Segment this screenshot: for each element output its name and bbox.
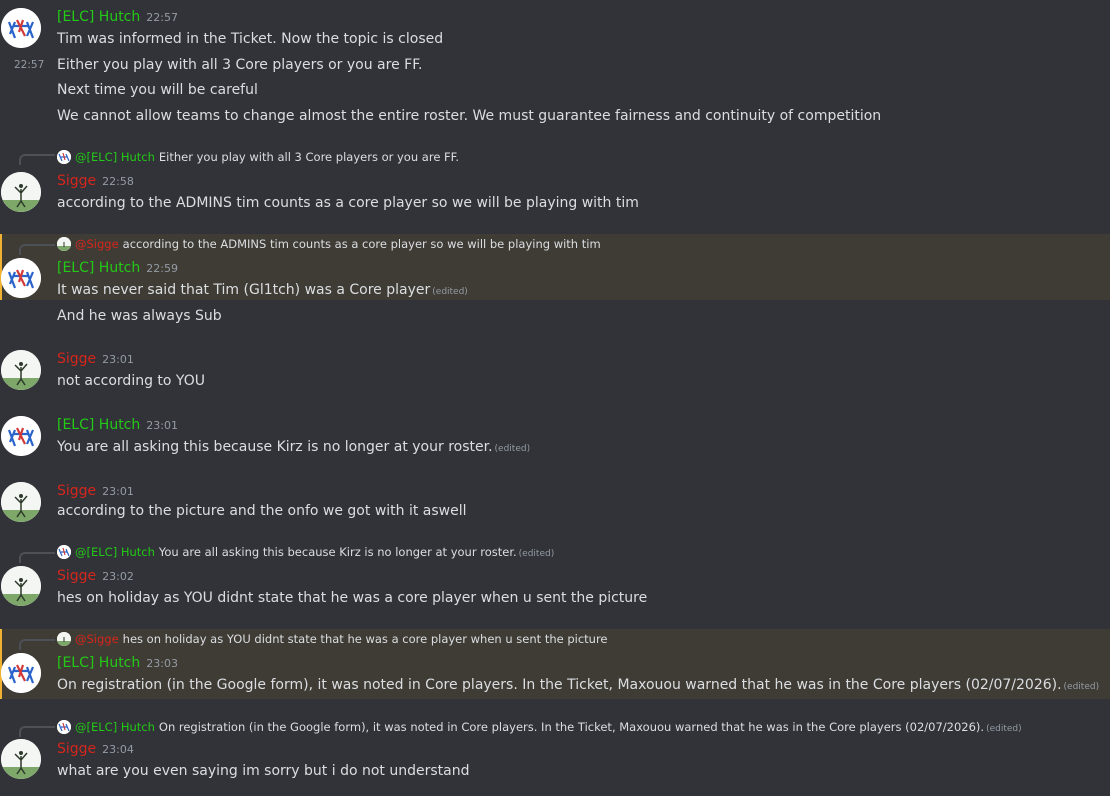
message-text: according to the ADMINS tim counts as a … bbox=[57, 195, 639, 211]
reply-text: You are all asking this because Kirz is … bbox=[158, 545, 517, 559]
message-text: what are you even saying im sorry but i … bbox=[57, 763, 470, 779]
message-group: Sigge 23:01 according to the picture and … bbox=[0, 478, 1110, 528]
reply-text: On registration (in the Google form), it… bbox=[158, 720, 985, 734]
message-text: according to the picture and the onfo we… bbox=[57, 503, 467, 519]
person-field-icon bbox=[1, 566, 41, 606]
author-name[interactable]: Sigge bbox=[57, 483, 96, 499]
timestamp: 23:02 bbox=[102, 570, 134, 583]
author-name[interactable]: Sigge bbox=[57, 741, 96, 757]
person-field-icon bbox=[1, 482, 41, 522]
person-field-icon bbox=[1, 172, 41, 212]
reply-preview[interactable]: @[ELC] Hutch Either you play with all 3 C… bbox=[57, 150, 459, 164]
message-text: Next time you will be careful bbox=[57, 82, 258, 98]
reply-preview[interactable]: @[ELC] Hutch You are all asking this beca… bbox=[57, 545, 554, 559]
avatar[interactable] bbox=[1, 653, 41, 693]
elc-logo-icon bbox=[1, 653, 41, 693]
message-text: We cannot allow teams to change almost t… bbox=[57, 108, 882, 124]
message-text: You are all asking this because Kirz is … bbox=[57, 439, 530, 455]
reply-author[interactable]: @[ELC] Hutch bbox=[75, 150, 155, 164]
message-text-content: It was never said that Tim (Gl1tch) was … bbox=[57, 282, 431, 298]
reply-spine bbox=[19, 244, 55, 255]
timestamp: 22:57 bbox=[146, 11, 178, 24]
edited-tag: (edited) bbox=[1063, 682, 1100, 692]
edited-tag: (edited) bbox=[986, 724, 1022, 734]
message-group: [ELC] Hutch 23:01 You are all asking this… bbox=[0, 412, 1110, 462]
reply-author[interactable]: @Sigge bbox=[75, 632, 119, 646]
message-text-content: You are all asking this because Kirz is … bbox=[57, 439, 493, 455]
elc-logo-icon bbox=[1, 258, 41, 298]
author-name[interactable]: Sigge bbox=[57, 351, 96, 367]
message-text: not according to YOU bbox=[57, 373, 205, 389]
author-name[interactable]: Sigge bbox=[57, 568, 96, 584]
edited-tag: (edited) bbox=[518, 549, 555, 559]
message-text: On registration (in the Google form), it… bbox=[57, 677, 1099, 693]
timestamp: 23:01 bbox=[146, 419, 178, 432]
author-name[interactable]: [ELC] Hutch bbox=[57, 417, 140, 433]
timestamp: 22:58 bbox=[102, 175, 134, 188]
author-name[interactable]: Sigge bbox=[57, 173, 96, 189]
avatar[interactable] bbox=[1, 172, 41, 212]
reply-text: Either you play with all 3 Core players … bbox=[158, 150, 460, 164]
message-group: @[ELC] Hutch On registration (in the Goog… bbox=[0, 717, 1110, 796]
message-group-mention: @Sigge according to the ADMINS tim counts… bbox=[0, 234, 1110, 300]
reply-author[interactable]: @[ELC] Hutch bbox=[75, 720, 155, 734]
avatar[interactable] bbox=[1, 350, 41, 390]
person-field-icon bbox=[57, 632, 71, 646]
author-name[interactable]: [ELC] Hutch bbox=[57, 260, 140, 276]
reply-text: hes on holiday as YOU didnt state that h… bbox=[122, 632, 608, 646]
elc-logo-icon bbox=[1, 8, 41, 48]
avatar[interactable] bbox=[1, 482, 41, 522]
hover-timestamp: 22:57 bbox=[14, 59, 45, 71]
message-text: Tim was informed in the Ticket. Now the … bbox=[57, 31, 444, 47]
message-text: hes on holiday as YOU didnt state that h… bbox=[57, 590, 648, 606]
person-field-icon bbox=[57, 237, 71, 251]
message-text: Either you play with all 3 Core players … bbox=[57, 57, 423, 73]
person-field-icon bbox=[1, 739, 41, 779]
reply-text: according to the ADMINS tim counts as a … bbox=[122, 237, 601, 251]
elc-logo-icon bbox=[1, 416, 41, 456]
timestamp: 23:01 bbox=[102, 353, 134, 366]
message-text: And he was always Sub bbox=[57, 308, 222, 324]
person-field-icon bbox=[1, 350, 41, 390]
elc-logo-icon bbox=[57, 150, 71, 164]
reply-spine bbox=[19, 726, 55, 737]
author-name[interactable]: [ELC] Hutch bbox=[57, 655, 140, 671]
timestamp: 23:03 bbox=[146, 657, 178, 670]
elc-logo-icon bbox=[57, 545, 71, 559]
message-group: Sigge 23:01 not according to YOU bbox=[0, 346, 1110, 396]
avatar[interactable] bbox=[1, 8, 41, 48]
reply-spine bbox=[19, 552, 55, 563]
timestamp: 23:04 bbox=[102, 743, 134, 756]
avatar[interactable] bbox=[1, 566, 41, 606]
reply-author[interactable]: @Sigge bbox=[75, 237, 119, 251]
message-group: @[ELC] Hutch You are all asking this beca… bbox=[0, 542, 1110, 616]
message-group: [ELC] Hutch 22:57 Tim was informed in the… bbox=[0, 0, 1110, 130]
elc-logo-icon bbox=[57, 720, 71, 734]
message-group-mention: @Sigge hes on holiday as YOU didnt state … bbox=[0, 629, 1110, 699]
message-group: @[ELC] Hutch Either you play with all 3 C… bbox=[0, 144, 1110, 219]
reply-author[interactable]: @[ELC] Hutch bbox=[75, 545, 155, 559]
timestamp: 22:59 bbox=[146, 262, 178, 275]
edited-tag: (edited) bbox=[494, 444, 531, 454]
reply-preview[interactable]: @[ELC] Hutch On registration (in the Goog… bbox=[57, 720, 1022, 734]
avatar[interactable] bbox=[1, 416, 41, 456]
avatar[interactable] bbox=[1, 739, 41, 779]
avatar[interactable] bbox=[1, 258, 41, 298]
message-text: It was never said that Tim (Gl1tch) was … bbox=[57, 282, 468, 298]
reply-preview[interactable]: @Sigge hes on holiday as YOU didnt state … bbox=[57, 632, 608, 646]
chat-message-list: [ELC] Hutch 22:57 Tim was informed in the… bbox=[0, 0, 1110, 796]
reply-spine bbox=[19, 154, 55, 165]
timestamp: 23:01 bbox=[102, 485, 134, 498]
message-text-content: On registration (in the Google form), it… bbox=[57, 677, 1062, 693]
author-name[interactable]: [ELC] Hutch bbox=[57, 9, 140, 25]
reply-spine bbox=[19, 639, 55, 650]
edited-tag: (edited) bbox=[432, 287, 468, 297]
reply-preview[interactable]: @Sigge according to the ADMINS tim counts… bbox=[57, 237, 601, 251]
